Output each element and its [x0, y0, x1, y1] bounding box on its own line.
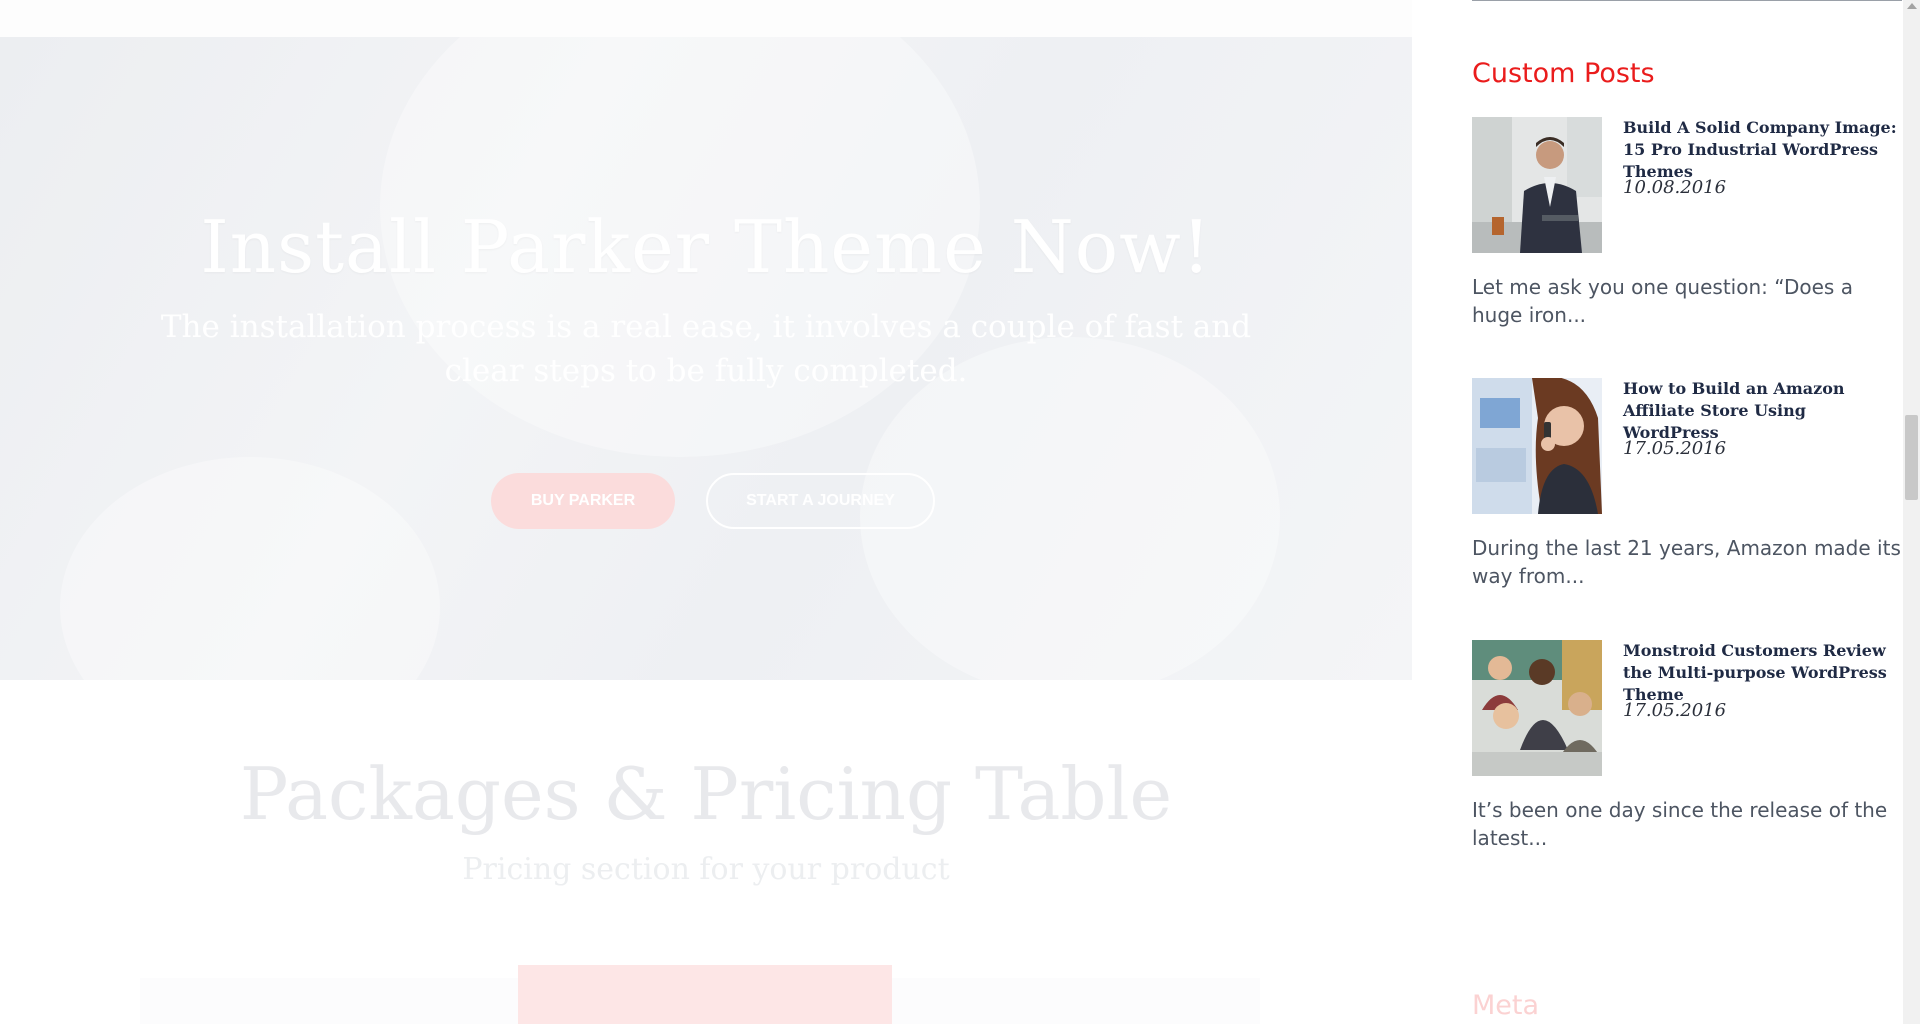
scroll-up-arrow-icon[interactable] [1907, 3, 1917, 9]
custom-posts-title: Custom Posts [1472, 58, 1655, 89]
post-excerpt: It’s been one day since the release of t… [1472, 798, 1888, 850]
post-title-link[interactable]: How to Build an Amazon Affiliate Store U… [1623, 378, 1903, 444]
post-title-link[interactable]: Build A Solid Company Image: 15 Pro Indu… [1623, 117, 1903, 183]
hero-subtitle: The installation process is a real ease,… [160, 309, 1252, 389]
sidebar: Custom Posts Build A Solid Company Image… [1472, 0, 1902, 1024]
hero-background-shape [60, 457, 440, 680]
pricing-card[interactable] [518, 965, 892, 1024]
post-title-link[interactable]: Monstroid Customers Review the Multi-pur… [1623, 640, 1903, 706]
pricing-title: Packages & Pricing Table [239, 752, 1173, 836]
post-date: 17.05.2016 [1623, 700, 1727, 721]
top-strip [0, 0, 1412, 37]
post-excerpt: Let me ask you one question: “Does a hug… [1472, 275, 1853, 327]
woman-on-phone-photo-icon[interactable] [1472, 378, 1602, 514]
start-journey-button[interactable]: START A JOURNEY [706, 473, 935, 529]
post-date: 17.05.2016 [1623, 438, 1727, 459]
pricing-subtitle: Pricing section for your product [462, 852, 950, 887]
buy-parker-button[interactable]: BUY PARKER [491, 473, 675, 529]
scrollbar-thumb[interactable] [1905, 415, 1918, 500]
meta-title: Meta [1472, 990, 1540, 1021]
hero-section: Install Parker Theme Now! The installati… [0, 37, 1412, 680]
hero-title: Install Parker Theme Now! [200, 205, 1212, 289]
vertical-scrollbar[interactable] [1903, 0, 1920, 1024]
post-excerpt: During the last 21 years, Amazon made it… [1472, 536, 1901, 588]
divider [1472, 0, 1902, 1]
businessman-phone-photo-icon[interactable] [1472, 117, 1602, 253]
team-meeting-photo-icon[interactable] [1472, 640, 1602, 776]
post-date: 10.08.2016 [1623, 177, 1727, 198]
